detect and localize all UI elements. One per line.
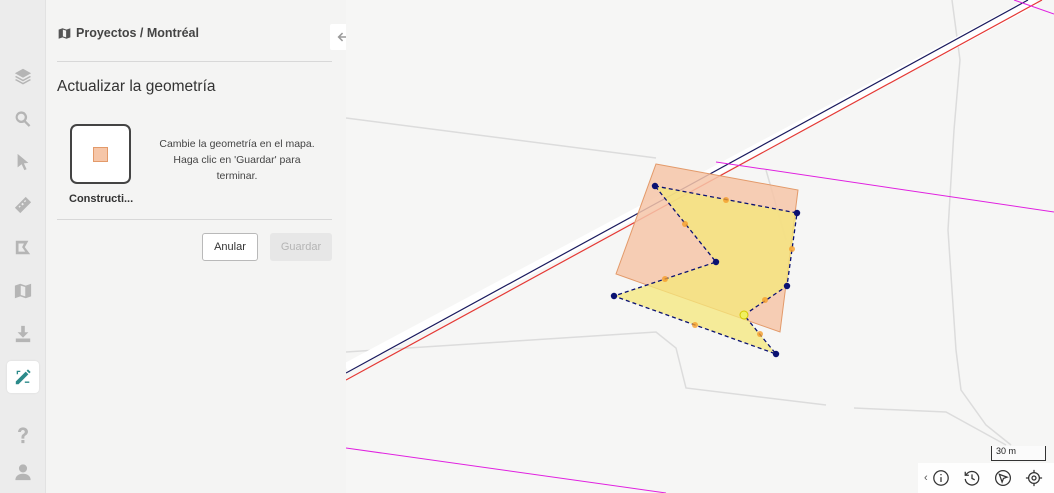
save-button[interactable]: Guardar (270, 233, 332, 261)
edit-tools-icon (15, 369, 31, 385)
breadcrumb-text: Proyectos / Montréal (76, 26, 199, 40)
active-vertex[interactable] (739, 310, 749, 320)
download-button[interactable] (7, 318, 39, 350)
select-cursor-icon (17, 153, 29, 171)
layer-swatch (93, 146, 108, 162)
map-view[interactable]: 30 m ‹ (346, 0, 1054, 493)
map-icon (14, 283, 32, 299)
measure-button[interactable] (7, 189, 39, 221)
layers-icon (14, 68, 32, 85)
draw-button[interactable] (7, 232, 39, 264)
help-icon (18, 427, 28, 444)
edit-geometry-panel: Proyectos / Montréal Actualizar la geome… (46, 0, 356, 493)
help-button[interactable] (7, 419, 39, 451)
maps-button[interactable] (7, 275, 39, 307)
download-icon (15, 325, 31, 343)
user-button[interactable] (7, 456, 39, 488)
icon-rail (0, 0, 46, 493)
measure-ruler-icon (14, 196, 32, 214)
search-button[interactable] (7, 103, 39, 135)
divider (57, 61, 332, 62)
info-button[interactable]: ‹ (922, 467, 952, 490)
layers-button[interactable] (7, 60, 39, 92)
layer-name: Constructi... (69, 193, 134, 205)
chevron-left-icon: ‹ (924, 472, 928, 484)
boundary-line (346, 447, 667, 493)
edit-tools-button[interactable] (7, 361, 39, 393)
layer-card[interactable] (70, 124, 131, 184)
cancel-button[interactable]: Anular (202, 233, 258, 261)
select-button[interactable] (7, 146, 39, 178)
page-title: Actualizar la geometría (57, 78, 216, 95)
scale-bar: 30 m (991, 446, 1046, 461)
info-icon (933, 470, 949, 486)
map-canvas[interactable] (346, 0, 1054, 493)
breadcrumb[interactable]: Proyectos / Montréal (58, 26, 199, 40)
navigation-icon (994, 469, 1011, 487)
draw-shape-icon (15, 240, 31, 255)
divider (57, 219, 332, 220)
locate-button[interactable] (1022, 467, 1045, 490)
history-icon (964, 470, 979, 486)
locate-icon (1025, 469, 1042, 487)
instructions-text: Cambie la geometría en el mapa. Haga cli… (159, 138, 315, 182)
map-toolbar: ‹ (918, 463, 1054, 493)
user-icon (15, 464, 31, 481)
navigation-button[interactable] (991, 467, 1014, 490)
map-icon (58, 27, 71, 39)
history-button[interactable] (960, 467, 983, 490)
search-icon (15, 111, 31, 127)
